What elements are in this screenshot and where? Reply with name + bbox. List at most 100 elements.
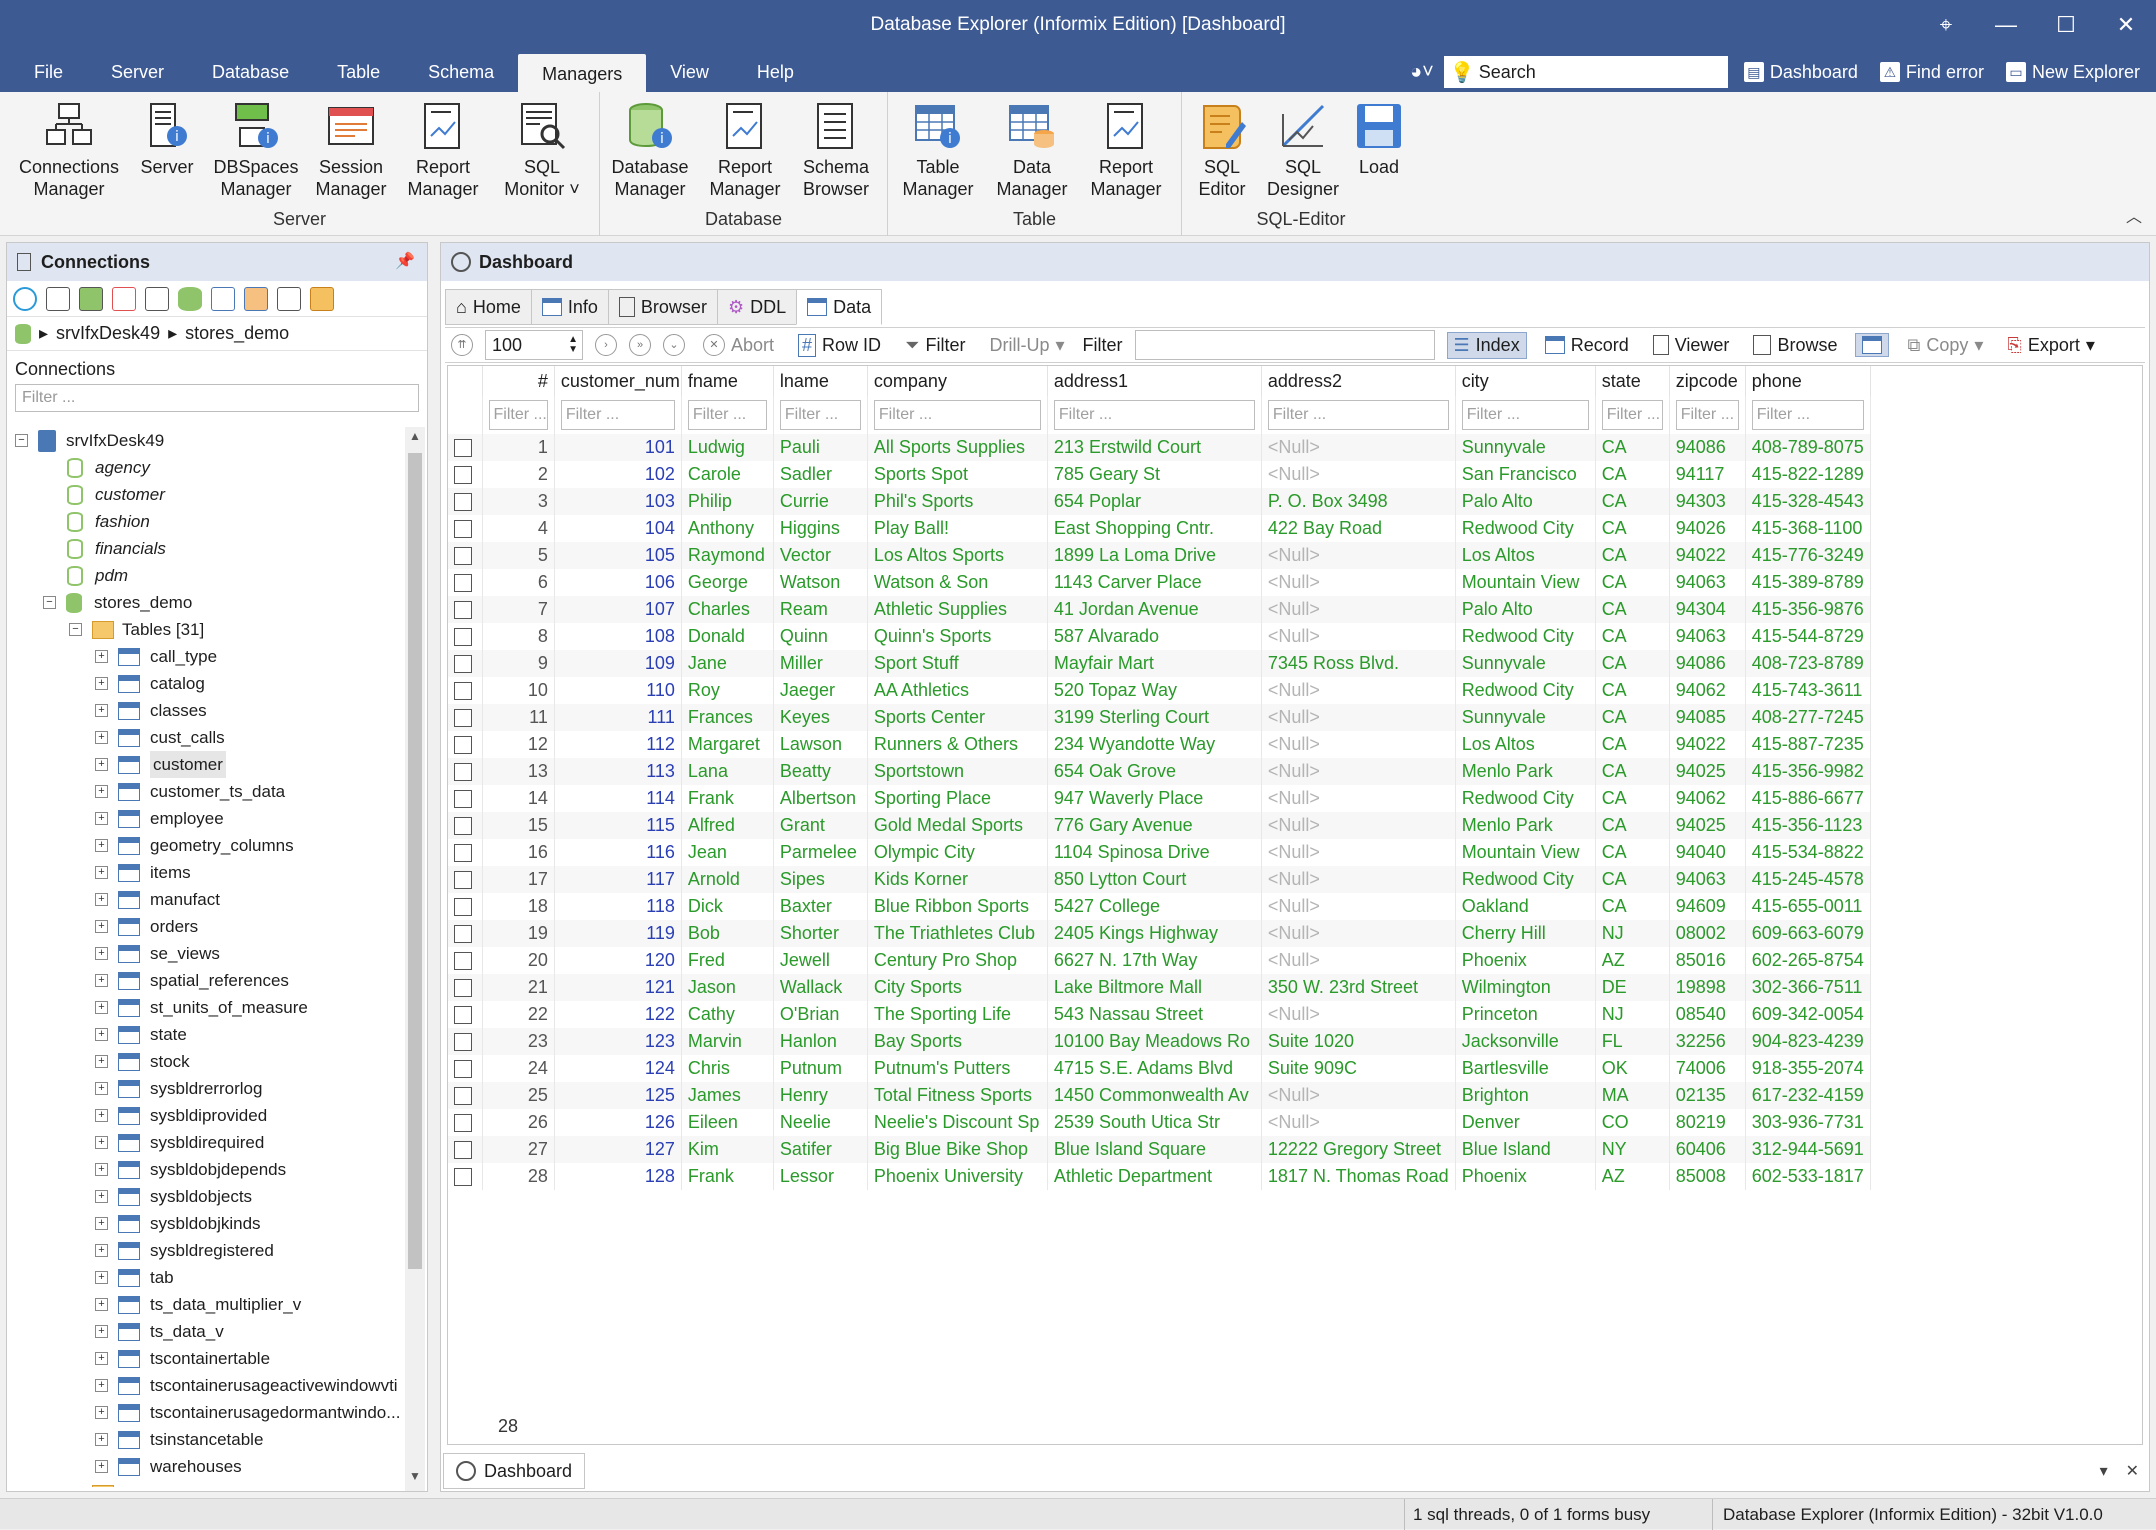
grid-cell[interactable]: 41 Jordan Avenue	[1047, 596, 1262, 623]
expand-icon[interactable]: +	[95, 650, 108, 663]
grid-cell[interactable]: Phoenix	[1455, 947, 1596, 974]
grid-cell[interactable]: 415-655-0011	[1745, 893, 1871, 920]
grid-cell[interactable]: 213 Erstwild Court	[1047, 434, 1262, 461]
grid-cell[interactable]: 415-534-8822	[1745, 839, 1871, 866]
copy-dropdown[interactable]: ⧉ Copy ▾	[1901, 333, 1989, 358]
expand-icon[interactable]: +	[95, 1460, 108, 1473]
row-checkbox[interactable]	[454, 951, 472, 970]
grid-cell[interactable]: Lake Biltmore Mall	[1047, 974, 1262, 1001]
grid-cell[interactable]: Bay Sports	[867, 1028, 1048, 1055]
grid-cell[interactable]: 107	[554, 596, 682, 623]
grid-cell[interactable]: 350 W. 23rd Street	[1261, 974, 1456, 1001]
grid-cell[interactable]: Kids Korner	[867, 866, 1048, 893]
grid-cell[interactable]: Runners & Others	[867, 731, 1048, 758]
sql-monitor-button[interactable]: SQL Monitor ˅	[494, 100, 590, 200]
table-row[interactable]: 20 120 Fred Jewell Century Pro Shop 6627 N. 1…	[448, 947, 1871, 974]
grid-cell[interactable]: 118	[554, 893, 682, 920]
grid-cell[interactable]: Kim	[681, 1136, 774, 1163]
grid-cell[interactable]: 302-366-7511	[1745, 974, 1871, 1001]
grid-cell[interactable]: Sporting Place	[867, 785, 1048, 812]
grid-cell[interactable]: AZ	[1595, 947, 1670, 974]
grid-cell[interactable]: Anthony	[681, 515, 774, 542]
grid-cell[interactable]: 08002	[1669, 920, 1746, 947]
grid-cell[interactable]: Sunnyvale	[1455, 704, 1596, 731]
grid-cell[interactable]: Athletic Supplies	[867, 596, 1048, 623]
grid-cell[interactable]: Frank	[681, 1163, 774, 1190]
grid-cell[interactable]: 2405 Kings Highway	[1047, 920, 1262, 947]
pin-icon[interactable]: 📌	[395, 251, 415, 271]
grid-cell[interactable]: Neelie's Discount Sp	[867, 1109, 1048, 1136]
column-header[interactable]: fname	[681, 366, 774, 396]
grid-cell[interactable]: CA	[1595, 704, 1670, 731]
grid-cell[interactable]: 24	[482, 1055, 555, 1082]
grid-cell[interactable]: Miller	[773, 650, 868, 677]
grid-cell[interactable]: Redwood City	[1455, 623, 1596, 650]
grid-cell[interactable]: CA	[1595, 596, 1670, 623]
grid-cell[interactable]: 22	[482, 1001, 555, 1028]
schema-browser-button[interactable]: Schema Browser	[790, 100, 882, 200]
grid-cell[interactable]: 106	[554, 569, 682, 596]
table-row[interactable]: 2 102 Carole Sadler Sports Spot 785 Geary St <…	[448, 461, 1871, 488]
tree-table[interactable]: + st_units_of_measure	[95, 994, 308, 1021]
database-icon[interactable]	[178, 286, 202, 311]
tree-table[interactable]: + sysbldobjdepends	[95, 1156, 286, 1183]
grid-cell[interactable]: Menlo Park	[1455, 758, 1596, 785]
expand-icon[interactable]: +	[95, 866, 108, 879]
grid-cell[interactable]: Sportstown	[867, 758, 1048, 785]
tree-table[interactable]: + catalog	[95, 670, 205, 697]
grid-cell[interactable]: <Null>	[1261, 812, 1456, 839]
grid-cell[interactable]: 10100 Bay Meadows Ro	[1047, 1028, 1262, 1055]
row-id-button[interactable]: # Row ID	[792, 332, 887, 359]
grid-cell[interactable]: CA	[1595, 515, 1670, 542]
tab-home[interactable]: ⌂ Home	[445, 289, 532, 325]
grid-cell[interactable]: 12	[482, 731, 555, 758]
grid-cell[interactable]: 587 Alvarado	[1047, 623, 1262, 650]
grid-cell[interactable]: 127	[554, 1136, 682, 1163]
tree-table[interactable]: + customer	[95, 751, 226, 778]
row-checkbox[interactable]	[454, 546, 472, 565]
grid-cell[interactable]: 408-277-7245	[1745, 704, 1871, 731]
grid-cell[interactable]: CA	[1595, 461, 1670, 488]
grid-cell[interactable]: Redwood City	[1455, 677, 1596, 704]
grid-cell[interactable]: 115	[554, 812, 682, 839]
expand-icon[interactable]: +	[95, 704, 108, 717]
expand-icon[interactable]: +	[95, 1271, 108, 1284]
expand-icon[interactable]: +	[95, 677, 108, 690]
grid-cell[interactable]: 125	[554, 1082, 682, 1109]
last-icon[interactable]: »	[629, 334, 651, 356]
browse-button[interactable]: Browse	[1747, 333, 1843, 358]
grid-cell[interactable]: 103	[554, 488, 682, 515]
column-header[interactable]: #	[482, 366, 555, 396]
expand-icon[interactable]: +	[95, 1136, 108, 1149]
table-row[interactable]: 27 127 Kim Satifer Big Blue Bike Shop Blue Is…	[448, 1136, 1871, 1163]
grid-cell[interactable]: 28	[482, 1163, 555, 1190]
load-button[interactable]: Load	[1344, 100, 1414, 178]
menu-table[interactable]: Table	[313, 50, 404, 92]
tree-table[interactable]: + warehouses	[95, 1453, 242, 1480]
grid-cell[interactable]: 110	[554, 677, 682, 704]
grid-cell[interactable]: 16	[482, 839, 555, 866]
grid-cell[interactable]: Palo Alto	[1455, 488, 1596, 515]
grid-cell[interactable]: <Null>	[1261, 1082, 1456, 1109]
dock-tab-dashboard[interactable]: Dashboard	[443, 1453, 586, 1489]
row-checkbox[interactable]	[454, 465, 472, 484]
row-checkbox[interactable]	[454, 627, 472, 646]
row-checkbox[interactable]	[454, 1032, 472, 1051]
tree-views-folder[interactable]: +Views [4]	[69, 1480, 191, 1487]
grid-cell[interactable]: Quinn's Sports	[867, 623, 1048, 650]
grid-cell[interactable]: Redwood City	[1455, 866, 1596, 893]
expand-icon[interactable]: +	[95, 1325, 108, 1338]
grid-cell[interactable]: 785 Geary St	[1047, 461, 1262, 488]
grid-cell[interactable]: 918-355-2074	[1745, 1055, 1871, 1082]
grid-cell[interactable]: 94609	[1669, 893, 1746, 920]
expand-icon[interactable]: +	[95, 1217, 108, 1230]
grid-cell[interactable]: 94304	[1669, 596, 1746, 623]
connections-manager-button[interactable]: Connections Manager	[14, 100, 124, 200]
grid-cell[interactable]: 1143 Carver Place	[1047, 569, 1262, 596]
grid-cell[interactable]: 112	[554, 731, 682, 758]
scroll-up-icon[interactable]: ▲	[405, 429, 425, 449]
filter-input[interactable]	[1134, 330, 1435, 360]
grid-cell[interactable]: 18	[482, 893, 555, 920]
grid-cell[interactable]: Ludwig	[681, 434, 774, 461]
grid-cell[interactable]: 94063	[1669, 623, 1746, 650]
